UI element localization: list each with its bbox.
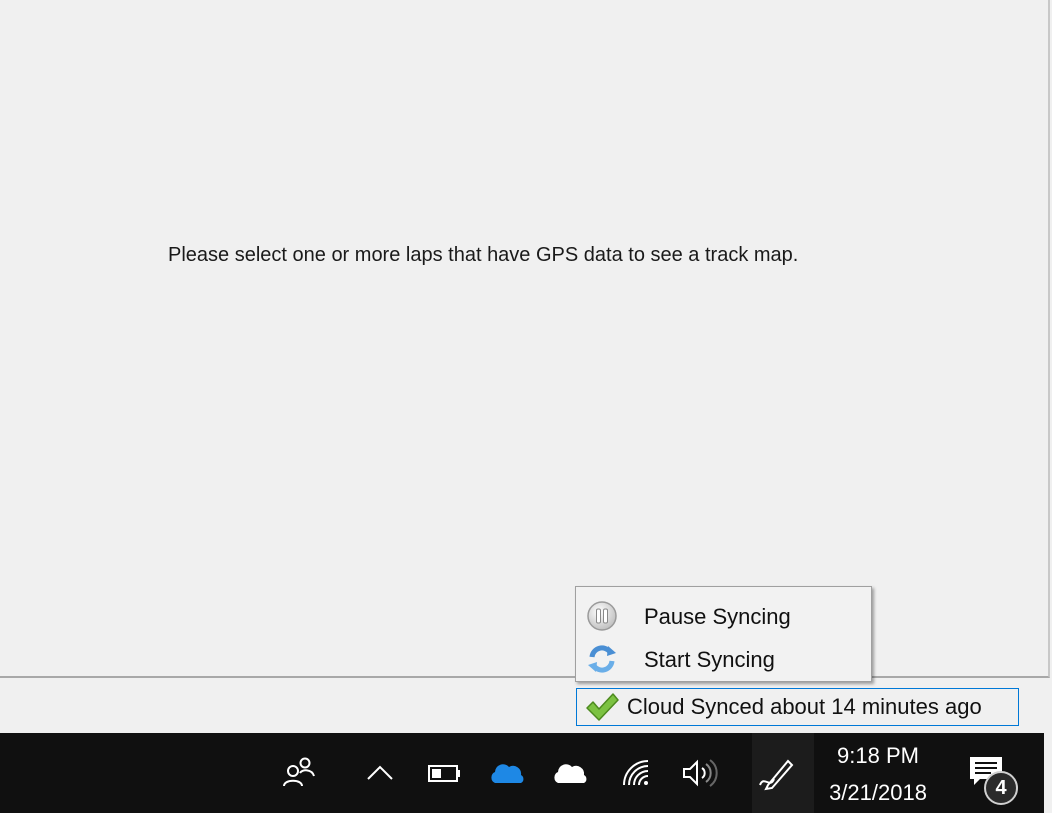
wifi-icon[interactable] bbox=[618, 755, 658, 791]
track-map-panel: Please select one or more laps that have… bbox=[0, 0, 1050, 678]
menu-item-pause-syncing[interactable]: Pause Syncing bbox=[576, 594, 871, 636]
onedrive-icon[interactable] bbox=[487, 755, 527, 791]
sync-context-menu: Pause Syncing Start Syncing bbox=[575, 586, 872, 682]
sync-arrows-icon bbox=[586, 643, 618, 675]
cloud-sync-label: Cloud Synced about 14 minutes ago bbox=[627, 694, 982, 719]
pen-workspace-area bbox=[752, 733, 814, 813]
track-map-message: Please select one or more laps that have… bbox=[168, 244, 799, 266]
cloud-sync-status[interactable]: Cloud Synced about 14 minutes ago bbox=[576, 688, 1019, 726]
taskbar: 9:18 PM 3/21/2018 4 bbox=[0, 733, 1052, 813]
battery-icon[interactable] bbox=[424, 755, 464, 791]
volume-icon[interactable] bbox=[680, 755, 720, 791]
pause-syncing-label: Pause Syncing bbox=[644, 604, 791, 629]
people-icon[interactable] bbox=[280, 755, 320, 791]
app-window: Please select one or more laps that have… bbox=[0, 0, 1052, 733]
cloud-icon[interactable] bbox=[550, 755, 590, 791]
start-syncing-label: Start Syncing bbox=[644, 647, 775, 672]
check-icon bbox=[585, 692, 619, 722]
desktop-edge bbox=[1044, 733, 1052, 813]
pen-icon[interactable] bbox=[756, 755, 796, 791]
clock-date[interactable]: 3/21/2018 bbox=[818, 780, 938, 806]
notification-count-badge: 4 bbox=[984, 771, 1018, 805]
action-center-button[interactable]: 4 bbox=[966, 755, 1022, 805]
pause-icon bbox=[586, 600, 618, 632]
menu-item-start-syncing[interactable]: Start Syncing bbox=[576, 637, 871, 679]
chevron-up-icon[interactable] bbox=[360, 755, 400, 791]
clock-time[interactable]: 9:18 PM bbox=[818, 743, 938, 769]
